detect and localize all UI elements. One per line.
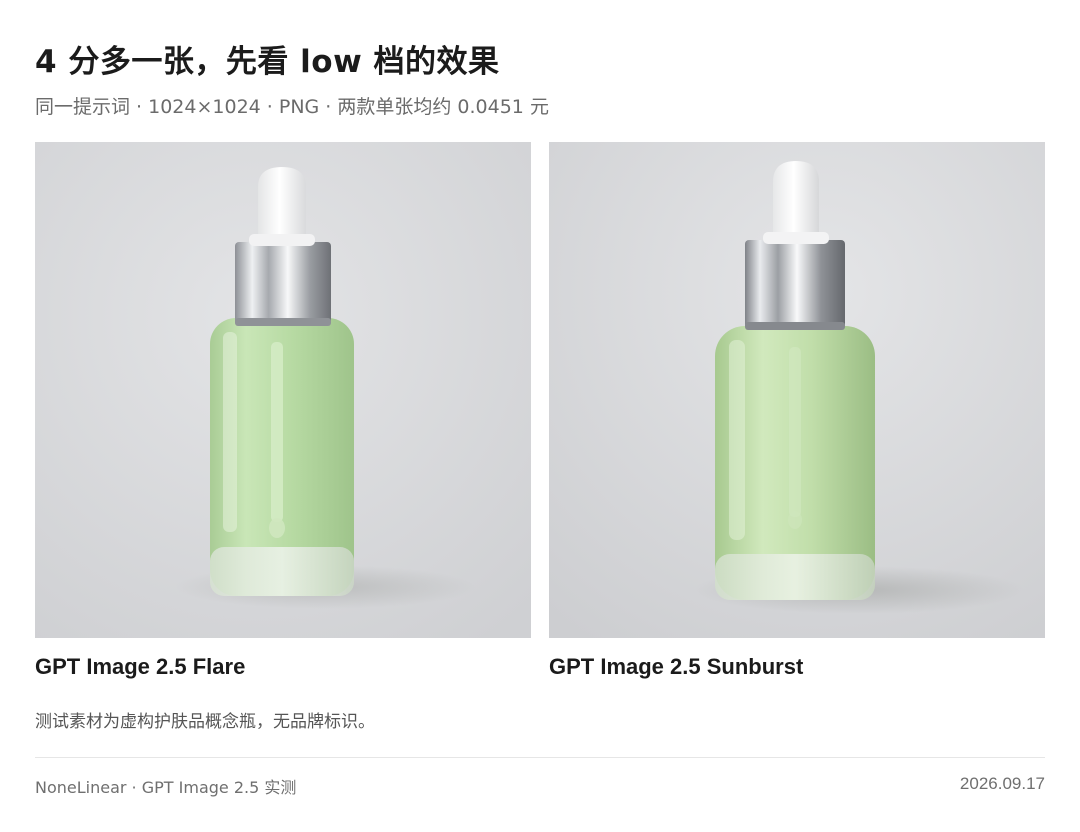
- footer-source: NoneLinear · GPT Image 2.5 实测: [35, 778, 297, 797]
- image-sunburst[interactable]: [549, 142, 1045, 638]
- caption-flare: GPT Image 2.5 Flare: [35, 654, 246, 679]
- dropper-bottle-sunburst-image: [549, 142, 1045, 638]
- page: 4 分多一张，先看 low 档的效果 同一提示词 · 1024×1024 · P…: [0, 0, 1080, 832]
- image-flare[interactable]: [35, 142, 531, 638]
- divider: [35, 757, 1045, 758]
- footer-date: 2026.09.17: [959, 774, 1045, 793]
- dropper-bottle-flare-image: [35, 142, 531, 638]
- caption-sunburst: GPT Image 2.5 Sunburst: [549, 654, 804, 679]
- disclaimer-note: 测试素材为虚构护肤品概念瓶，无品牌标识。: [35, 712, 375, 732]
- page-subtitle: 同一提示词 · 1024×1024 · PNG · 两款单张均约 0.0451 …: [35, 96, 549, 118]
- page-title: 4 分多一张，先看 low 档的效果: [35, 44, 500, 80]
